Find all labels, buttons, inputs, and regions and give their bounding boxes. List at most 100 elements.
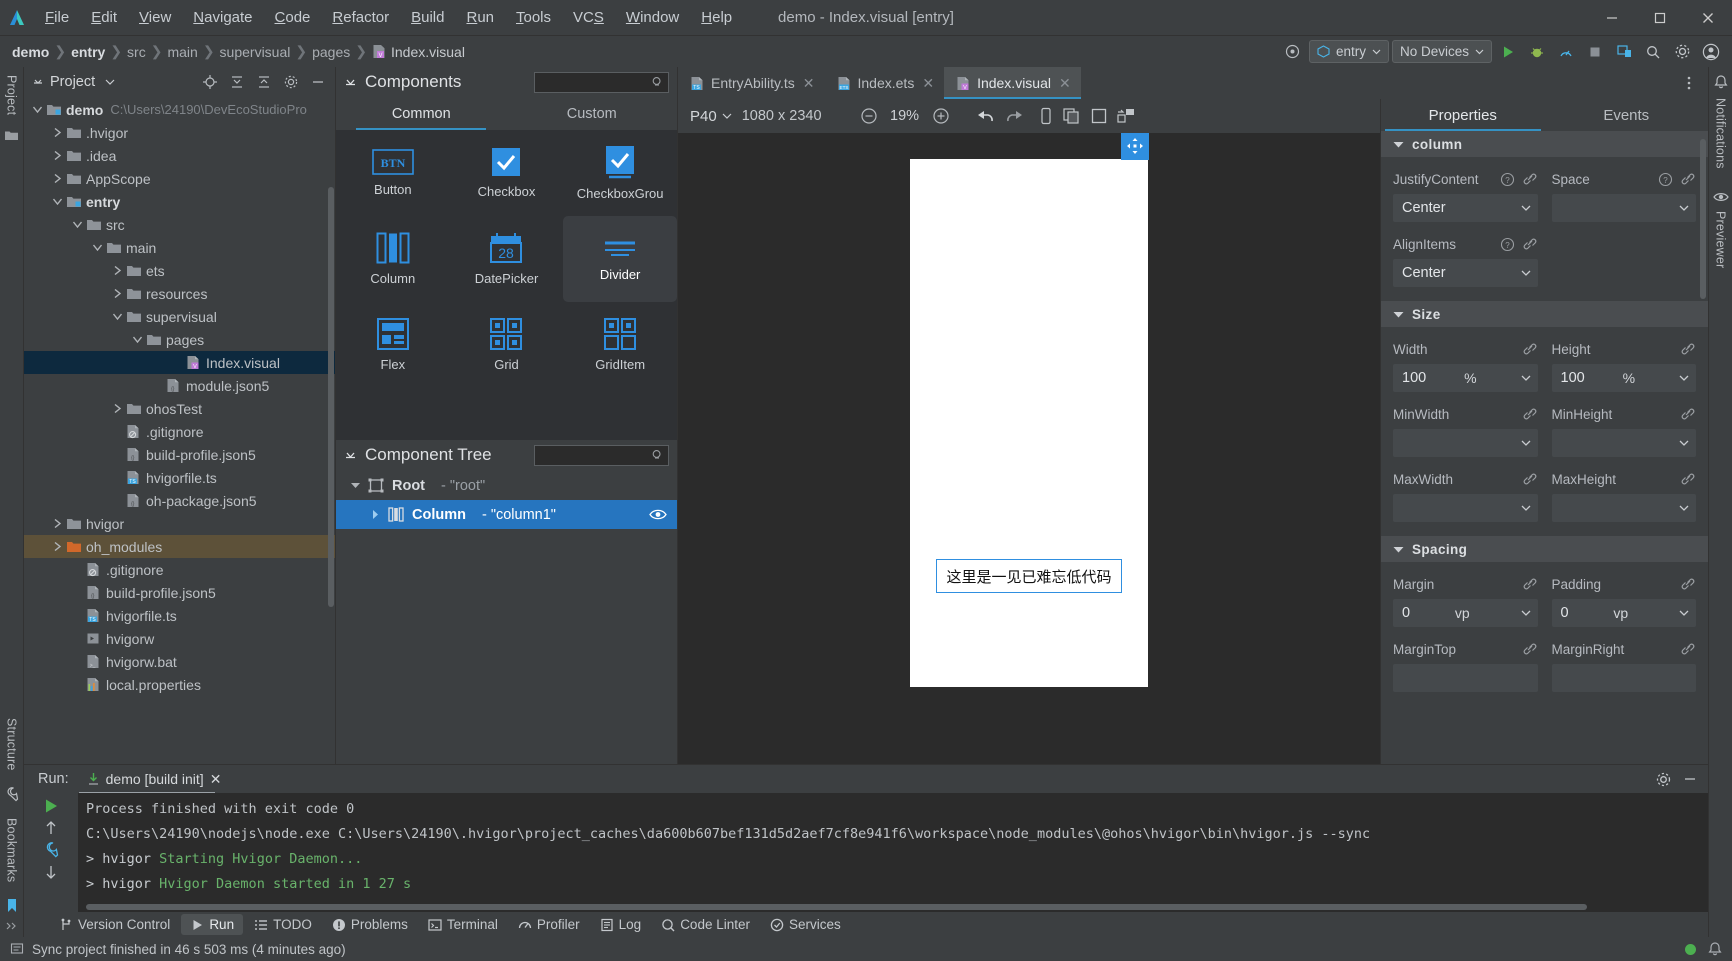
chevron-down-icon[interactable] (1520, 502, 1532, 514)
property-field-height[interactable]: 100% (1551, 364, 1696, 392)
palette-item-checkboxgrou[interactable]: CheckboxGrou (563, 130, 677, 216)
component-tree-rows[interactable]: Root - "root" Column - "column1" (336, 470, 677, 529)
chevron-down-icon[interactable] (32, 76, 44, 88)
bottom-tab-log[interactable]: Log (591, 914, 651, 935)
tree-item-entry[interactable]: entry (24, 190, 335, 213)
chevron-down-icon[interactable] (1678, 607, 1690, 619)
tree-item-hvigorfile-ts[interactable]: TS hvigorfile.ts (24, 466, 335, 489)
zoom-out-button[interactable] (860, 107, 878, 125)
chevron-closed-icon[interactable] (110, 397, 125, 420)
tree-item--idea[interactable]: .idea (24, 144, 335, 167)
chevron-open-icon[interactable] (130, 328, 145, 351)
run-tab[interactable]: demo [build init] ✕ (78, 768, 230, 794)
tree-item-hvigorw[interactable]: hvigorw (24, 627, 335, 650)
property-group-header-size[interactable]: Size (1381, 301, 1708, 327)
device-manager-button[interactable] (1611, 40, 1637, 64)
chevron-down-icon[interactable] (344, 449, 357, 462)
link-icon[interactable] (1522, 472, 1538, 486)
menu-item-edit[interactable]: Edit (80, 6, 128, 29)
project-tree[interactable]: demo C:\Users\24190\DevEcoStudioPro .hvigo… (24, 96, 335, 764)
chevron-closed-icon[interactable] (50, 167, 65, 190)
close-icon[interactable]: ✕ (210, 771, 222, 788)
chevron-down-icon[interactable] (1678, 437, 1690, 449)
link-icon[interactable] (1522, 407, 1538, 421)
sidebar-item-structure[interactable]: Structure (2, 710, 22, 779)
chevron-closed-icon[interactable] (110, 282, 125, 305)
bottom-tab-run[interactable]: Run (181, 914, 244, 935)
tree-item-local-properties[interactable]: local.properties (24, 673, 335, 696)
hide-button[interactable] (1682, 771, 1698, 787)
design-canvas[interactable]: 这里是一见已难忘低代码 (678, 133, 1380, 764)
frame-button[interactable] (1090, 107, 1108, 125)
chevron-down-icon[interactable] (1678, 372, 1690, 384)
chevron-down-icon[interactable] (1520, 202, 1532, 214)
palette-item-flex[interactable]: Flex (336, 302, 450, 388)
chevron-down-icon[interactable] (1520, 437, 1532, 449)
tree-item-supervisual[interactable]: supervisual (24, 305, 335, 328)
chevron-open-icon[interactable] (110, 305, 125, 328)
chevron-open-icon[interactable] (30, 98, 45, 121)
tree-item-hvigor[interactable]: hvigor (24, 512, 335, 535)
chevron-closed-icon[interactable] (50, 512, 65, 535)
properties-scrollbar[interactable] (1700, 139, 1706, 299)
sidebar-item-project[interactable]: Project (2, 67, 22, 123)
close-button[interactable] (1684, 0, 1732, 36)
palette-item-button[interactable]: BTN Button (336, 130, 450, 216)
breadcrumb-item-demo[interactable]: demo (8, 44, 53, 60)
menu-item-help[interactable]: Help (690, 6, 743, 29)
chevron-closed-icon[interactable] (364, 509, 386, 520)
menu-item-tools[interactable]: Tools (505, 6, 562, 29)
property-field-padding[interactable]: 0 vp (1551, 599, 1696, 627)
close-icon[interactable]: ✕ (922, 75, 934, 92)
tree-item--gitignore[interactable]: .gitignore (24, 558, 335, 581)
tree-item-hvigorw-bat[interactable]: >_ hvigorw.bat (24, 650, 335, 673)
palette-item-grid[interactable]: Grid (450, 302, 564, 388)
chevron-down-icon[interactable] (1678, 502, 1690, 514)
property-field-maxheight[interactable] (1551, 494, 1696, 522)
settings-button[interactable] (1655, 771, 1672, 788)
device-select[interactable]: No Devices (1391, 40, 1492, 63)
sidebar-item-previewer[interactable]: Previewer (1711, 203, 1731, 276)
more-vertical-icon[interactable] (1676, 71, 1702, 95)
bottom-tab-services[interactable]: Services (761, 914, 850, 935)
chevron-down-icon[interactable] (344, 76, 357, 89)
tab-events[interactable]: Events (1545, 99, 1709, 131)
palette-item-column[interactable]: Column (336, 216, 450, 302)
chevron-open-icon[interactable] (344, 480, 366, 491)
maximize-button[interactable] (1636, 0, 1684, 36)
chevron-down-icon[interactable] (1393, 544, 1404, 555)
property-field-space[interactable] (1551, 194, 1696, 222)
palette-item-griditem[interactable]: GridItem (563, 302, 677, 388)
settings-button[interactable] (1669, 40, 1695, 64)
help-icon[interactable]: ? (1500, 237, 1515, 252)
stop-button[interactable] (1582, 40, 1608, 64)
tree-item-src[interactable]: src (24, 213, 335, 236)
chevron-closed-icon[interactable] (50, 121, 65, 144)
scroll-up-button[interactable] (43, 819, 59, 837)
bell-icon[interactable] (1708, 941, 1722, 957)
link-icon[interactable] (1680, 472, 1696, 486)
chevron-open-icon[interactable] (90, 236, 105, 259)
chevron-open-icon[interactable] (50, 190, 65, 213)
property-field-maxwidth[interactable] (1393, 494, 1538, 522)
tab-custom[interactable]: Custom (507, 97, 678, 130)
component-tree-search-input[interactable] (534, 444, 669, 466)
menu-item-refactor[interactable]: Refactor (321, 6, 400, 29)
menu-item-file[interactable]: File (34, 6, 80, 29)
chevron-down-icon[interactable] (1678, 202, 1690, 214)
tree-item--gitignore[interactable]: .gitignore (24, 420, 335, 443)
property-field-marginright[interactable] (1551, 664, 1696, 692)
chevron-closed-icon[interactable] (110, 259, 125, 282)
chevron-down-icon[interactable] (1393, 139, 1404, 150)
breadcrumb-item-src[interactable]: src (123, 44, 150, 60)
chevrons-right-icon[interactable] (6, 921, 18, 931)
redo-button[interactable] (1004, 108, 1024, 124)
profile-button[interactable] (1553, 40, 1579, 64)
link-icon[interactable] (1680, 342, 1696, 356)
menu-item-code[interactable]: Code (264, 6, 322, 29)
menu-item-vcs[interactable]: VCS (562, 6, 615, 29)
project-scrollbar[interactable] (328, 187, 334, 607)
tree-item-demo[interactable]: demo C:\Users\24190\DevEcoStudioPro (24, 98, 335, 121)
bottom-tab-code-linter[interactable]: Code Linter (652, 914, 759, 935)
breadcrumb-item-file[interactable]: V Index.visual (368, 44, 469, 60)
